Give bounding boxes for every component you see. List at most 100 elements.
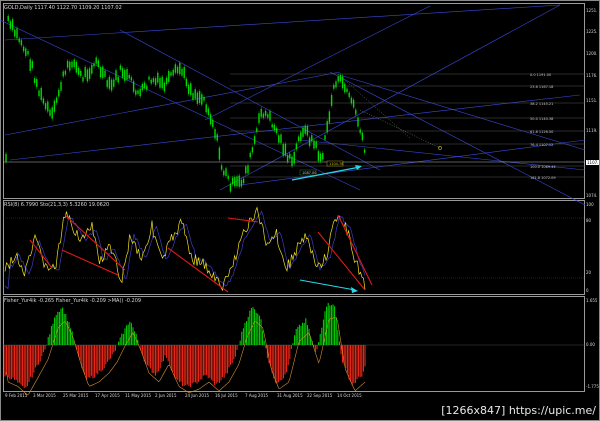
candle-body	[249, 152, 251, 158]
fisher-bar	[223, 345, 225, 378]
candle-body	[344, 83, 346, 93]
candle-body	[33, 78, 36, 84]
candle-body	[7, 15, 9, 22]
fisher-bar	[322, 319, 324, 345]
fisher-bar	[50, 325, 52, 345]
candle-body	[229, 183, 232, 192]
candle-body	[16, 28, 18, 39]
fisher-bar	[17, 345, 19, 383]
trend-line	[4, 4, 561, 41]
fisher-bar	[290, 345, 292, 349]
divergence-arrow	[317, 231, 366, 291]
candle-body	[361, 132, 364, 141]
price-badge: 1107.	[586, 160, 600, 165]
candle-body	[38, 90, 40, 96]
candle-body	[337, 76, 339, 82]
candle-body	[203, 96, 205, 101]
candle-body	[183, 67, 185, 79]
fisher-bar	[12, 345, 14, 378]
candle-body	[218, 147, 221, 160]
candle-body	[293, 151, 295, 164]
fisher-bar	[220, 345, 222, 381]
fisher-bar	[178, 345, 180, 383]
candle-body	[315, 141, 317, 148]
fisher-bar	[111, 345, 113, 355]
candle-body	[51, 107, 53, 119]
fib-label: 76.4 1107.12	[530, 143, 553, 147]
candle-body	[77, 67, 80, 75]
candle-body	[102, 66, 104, 79]
date-label: 2 Jun 2015	[155, 393, 177, 398]
candle-body	[209, 114, 212, 125]
rsi-tick: 80	[586, 218, 592, 223]
fisher-bar	[279, 345, 281, 381]
candle-body	[135, 90, 137, 95]
rsi-tick: 100	[586, 202, 594, 207]
fisher-bar	[250, 307, 252, 345]
candle-body	[146, 85, 148, 90]
fisher-bar	[174, 345, 176, 378]
fisher-bar	[303, 322, 305, 345]
date-axis: 9 Feb 2015 3 Mar 2015 25 Mar 2015 17 Apr…	[3, 393, 585, 401]
candle-body	[71, 61, 73, 68]
candle-body	[231, 177, 234, 185]
fisher-bar	[110, 345, 112, 359]
candle-body	[154, 78, 157, 86]
trend-line	[4, 71, 341, 136]
candle-body	[317, 151, 320, 161]
candle-body	[346, 88, 348, 93]
fisher-bar	[239, 340, 241, 345]
candle-body	[66, 60, 69, 68]
fisher-bar	[89, 345, 91, 378]
fisher-bar	[113, 345, 115, 353]
fisher-bar	[278, 345, 280, 383]
fisher-bar	[289, 345, 291, 360]
fisher-bar	[38, 345, 40, 365]
fisher-bar	[306, 325, 308, 345]
fisher-bar	[169, 345, 171, 366]
fisher-bar	[82, 345, 84, 372]
fib-label: 61.8 1126.50	[530, 130, 553, 134]
fisher-bar	[207, 345, 209, 379]
fisher-bar	[63, 313, 65, 345]
fisher-bar	[84, 345, 86, 375]
fisher-bar	[204, 345, 206, 375]
fisher-bar	[46, 345, 48, 346]
fisher-bar	[92, 345, 94, 379]
candle-body	[119, 65, 122, 70]
candle-body	[148, 76, 150, 80]
watermark: [1266x847] https://upic.me/	[441, 404, 596, 417]
fisher-bar	[191, 345, 193, 384]
fisher-bar	[183, 345, 185, 386]
fisher-bar	[86, 345, 88, 380]
divergence-arrow	[64, 214, 126, 271]
candle-body	[97, 60, 100, 67]
fisher-bar	[332, 304, 334, 345]
candle-body	[304, 125, 306, 134]
candle-body	[251, 147, 254, 153]
fisher-bar	[4, 345, 6, 377]
candle-body	[330, 95, 333, 106]
fisher-bar	[105, 345, 107, 365]
date-label: 7 Aug 2015	[245, 393, 269, 398]
fisher-bar	[126, 325, 128, 345]
fisher-bar	[186, 345, 188, 385]
candle-body	[64, 70, 67, 75]
fisher-bar	[255, 312, 257, 345]
fisher-bar	[71, 331, 73, 345]
fisher-bar	[287, 345, 289, 366]
candle-body	[172, 69, 174, 76]
fib-label: 0.0 1191.00	[530, 73, 551, 77]
fisher-bar	[198, 345, 200, 382]
fisher-bar	[55, 315, 57, 345]
price-tick: 1151.	[586, 98, 598, 103]
fisher-bar	[159, 345, 161, 369]
fisher-bar	[354, 345, 356, 383]
fisher-bar	[196, 345, 198, 384]
candle-body	[190, 83, 192, 96]
date-label: 17 Apr 2015	[95, 393, 120, 398]
candle-body	[11, 19, 14, 31]
candle-body	[300, 132, 302, 141]
date-label: 14 Oct 2015	[337, 393, 362, 398]
candle-body	[49, 109, 51, 116]
